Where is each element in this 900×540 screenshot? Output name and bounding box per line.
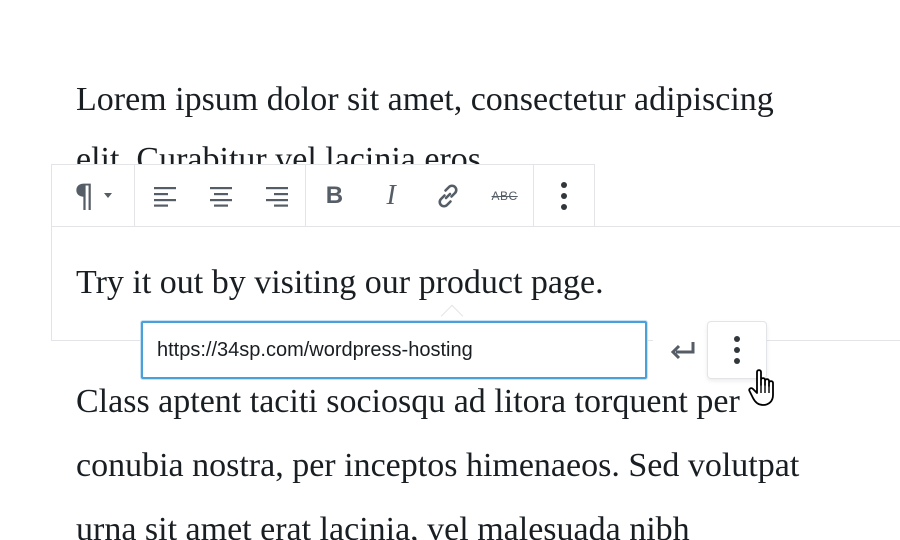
more-options-icon (561, 181, 567, 210)
paragraph-3-line-3[interactable]: urna sit amet erat lacinia, vel malesuad… (76, 498, 690, 540)
formatting-group: B I ABC (306, 165, 534, 226)
link-button[interactable] (420, 165, 477, 226)
caret-down-icon (104, 193, 113, 198)
more-group (534, 165, 594, 226)
block-type-switcher-button[interactable]: ¶ (52, 165, 134, 226)
align-right-icon (266, 186, 288, 207)
strikethrough-icon: ABC (491, 188, 518, 203)
align-center-icon (210, 186, 232, 207)
paragraph-1-line-1[interactable]: Lorem ipsum dolor sit amet, consectetur … (76, 68, 774, 132)
more-options-button[interactable] (534, 165, 594, 226)
bold-icon: B (325, 181, 344, 209)
align-right-button[interactable] (249, 165, 305, 226)
align-center-button[interactable] (193, 165, 249, 226)
bold-button[interactable]: B (306, 165, 363, 226)
paragraph-3-line-1[interactable]: Class aptent taciti sociosqu ad litora t… (76, 370, 740, 434)
paragraph-icon: ¶ (73, 176, 95, 215)
align-left-icon (154, 186, 176, 207)
italic-button[interactable]: I (363, 165, 420, 226)
paragraph-3-line-2[interactable]: conubia nostra, per inceptos himenaeos. … (76, 434, 799, 498)
alignment-group (135, 165, 306, 226)
link-icon (438, 183, 458, 208)
align-left-button[interactable] (137, 165, 193, 226)
selected-block-text[interactable]: Try it out by visiting our product page. (76, 253, 604, 313)
enter-icon (670, 342, 695, 360)
hand-pointer-cursor-icon (748, 369, 774, 406)
more-options-icon (734, 336, 740, 364)
block-toolbar: ¶ B I ABC (51, 164, 595, 227)
block-type-group: ¶ (52, 165, 135, 226)
strikethrough-button[interactable]: ABC (476, 165, 533, 226)
italic-icon: I (386, 179, 396, 211)
